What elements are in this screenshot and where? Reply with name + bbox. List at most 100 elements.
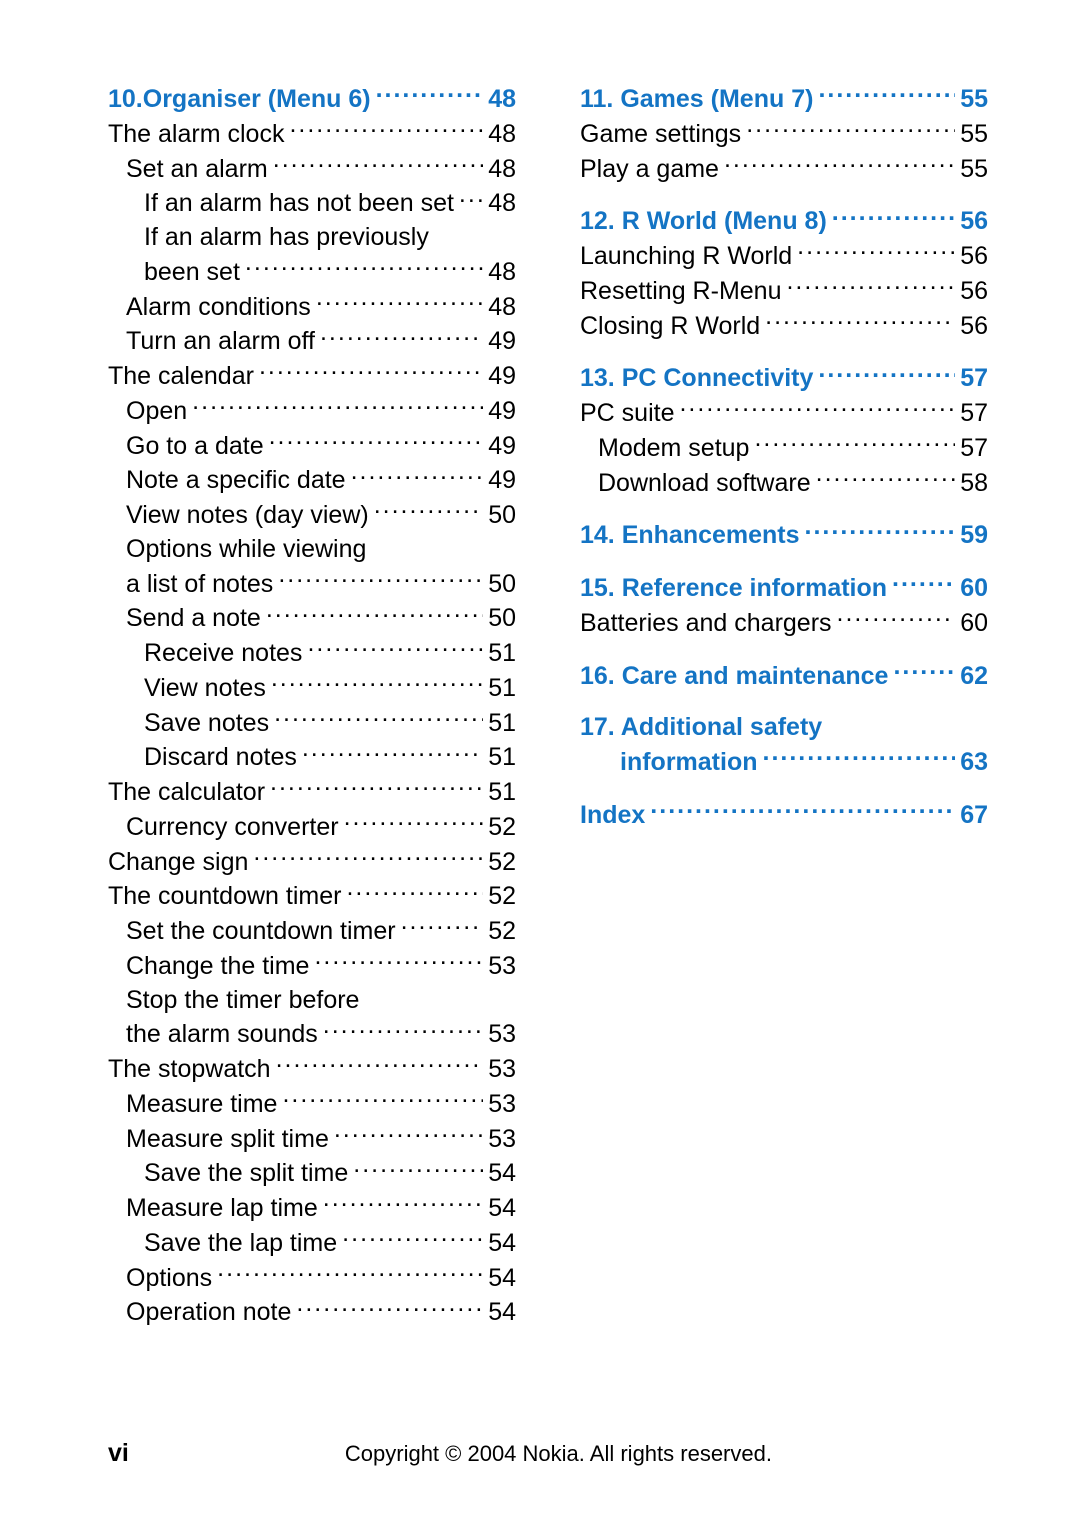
toc-leader-dots	[270, 775, 483, 800]
toc-entry[interactable]: Launching R World56	[580, 239, 988, 274]
toc-entry-page: 48	[488, 291, 516, 325]
toc-entry[interactable]: PC suite57	[580, 396, 988, 431]
toc-entry[interactable]: Change the time53	[108, 949, 516, 984]
toc-entry-label: Measure time	[126, 1088, 277, 1122]
toc-entry[interactable]: Note a specific date49	[108, 463, 516, 498]
toc-chapter-entry[interactable]: 10.Organiser (Menu 6)48	[108, 82, 516, 117]
toc-entry-label: Save the lap time	[144, 1227, 337, 1261]
toc-entry-page: 56	[960, 275, 988, 309]
toc-leader-dots	[289, 117, 483, 142]
toc-entry[interactable]: Set the countdown timer52	[108, 914, 516, 949]
toc-chapter-entry[interactable]: 11. Games (Menu 7)55	[580, 82, 988, 117]
toc-entry-label: Game settings	[580, 118, 741, 152]
toc-entry[interactable]: The countdown timer52	[108, 879, 516, 914]
toc-entry[interactable]: Measure lap time54	[108, 1191, 516, 1226]
toc-entry[interactable]: The calendar49	[108, 359, 516, 394]
toc-entry-label: Launching R World	[580, 240, 792, 274]
toc-entry-label: Alarm conditions	[126, 291, 311, 325]
toc-entry[interactable]: the alarm sounds53	[108, 1017, 516, 1052]
toc-chapter-entry[interactable]: 12. R World (Menu 8)56	[580, 204, 988, 239]
toc-entry[interactable]: Set an alarm48	[108, 152, 516, 187]
toc-chapter-entry[interactable]: information63	[580, 745, 988, 780]
toc-leader-dots	[276, 1052, 484, 1077]
toc-chapter-entry[interactable]: 14. Enhancements59	[580, 518, 988, 553]
toc-entry[interactable]: Game settings55	[580, 117, 988, 152]
toc-leader-dots	[459, 186, 483, 211]
toc-entry[interactable]: Download software58	[580, 466, 988, 501]
toc-leader-dots	[217, 1261, 483, 1286]
toc-entry[interactable]: Measure split time53	[108, 1122, 516, 1157]
toc-entry[interactable]: a list of notes 50	[108, 567, 516, 602]
toc-chapter-entry[interactable]: 16. Care and maintenance62	[580, 659, 988, 694]
toc-leader-dots	[374, 498, 483, 523]
toc-columns: 10.Organiser (Menu 6)48The alarm clock48…	[108, 82, 988, 1330]
toc-leader-dots	[296, 1295, 483, 1320]
toc-entry-label: Send a note	[126, 602, 261, 636]
toc-leader-dots	[278, 567, 483, 592]
toc-entry-label: View notes	[144, 672, 266, 706]
toc-entry[interactable]: Discard notes51	[108, 740, 516, 775]
toc-entry-page: 48	[488, 153, 516, 187]
toc-entry-label: been set	[144, 256, 240, 290]
toc-entry[interactable]: been set48	[108, 255, 516, 290]
toc-entry[interactable]: Save the lap time54	[108, 1226, 516, 1261]
toc-entry[interactable]: Send a note50	[108, 601, 516, 636]
toc-entry-page: 54	[488, 1262, 516, 1296]
toc-entry[interactable]: Save notes 51	[108, 706, 516, 741]
toc-entry[interactable]: Go to a date49	[108, 429, 516, 464]
toc-leader-dots	[893, 659, 955, 684]
toc-entry-label: If an alarm has not been set	[144, 187, 454, 221]
toc-entry-page: 52	[488, 915, 516, 949]
toc-entry[interactable]: Options54	[108, 1261, 516, 1296]
toc-entry[interactable]: The calculator51	[108, 775, 516, 810]
toc-leader-dots	[650, 798, 955, 823]
toc-entry[interactable]: Receive notes51	[108, 636, 516, 671]
toc-leader-dots	[253, 845, 483, 870]
toc-entry[interactable]: View notes (day view)50	[108, 498, 516, 533]
toc-entry-page: 67	[960, 799, 988, 833]
toc-entry-page: 50	[488, 568, 516, 602]
toc-entry-page: 51	[488, 707, 516, 741]
toc-entry[interactable]: The stopwatch53	[108, 1052, 516, 1087]
toc-entry[interactable]: Measure time53	[108, 1087, 516, 1122]
toc-wrap-line: Options while viewing	[108, 533, 516, 567]
toc-entry[interactable]: Change sign52	[108, 845, 516, 880]
toc-chapter-entry[interactable]: 15. Reference information60	[580, 571, 988, 606]
toc-entry[interactable]: Alarm conditions 48	[108, 290, 516, 325]
toc-entry[interactable]: If an alarm has not been set48	[108, 186, 516, 221]
toc-entry[interactable]: Save the split time54	[108, 1156, 516, 1191]
toc-leader-dots	[832, 204, 955, 229]
toc-entry[interactable]: Closing R World56	[580, 309, 988, 344]
toc-entry-label: The countdown timer	[108, 880, 341, 914]
toc-entry-page: 51	[488, 776, 516, 810]
toc-entry[interactable]: Modem setup57	[580, 431, 988, 466]
toc-entry[interactable]: The alarm clock48	[108, 117, 516, 152]
toc-entry-label: Save notes	[144, 707, 269, 741]
toc-entry-label: Currency converter	[126, 811, 339, 845]
toc-entry-page: 54	[488, 1157, 516, 1191]
toc-entry[interactable]: Resetting R-Menu56	[580, 274, 988, 309]
toc-entry[interactable]: Currency converter52	[108, 810, 516, 845]
toc-entry-label: Go to a date	[126, 430, 264, 464]
toc-entry[interactable]: Play a game55	[580, 152, 988, 187]
toc-entry[interactable]: Batteries and chargers60	[580, 606, 988, 641]
toc-entry-page: 63	[960, 746, 988, 780]
toc-chapter-entry[interactable]: Index67	[580, 798, 988, 833]
toc-entry-label: 12. R World (Menu 8)	[580, 205, 827, 239]
toc-leader-dots	[746, 117, 955, 142]
toc-leader-dots	[316, 290, 483, 315]
toc-entry-label: a list of notes	[126, 568, 273, 602]
toc-leader-dots	[837, 606, 956, 631]
toc-entry-page: 49	[488, 464, 516, 498]
toc-entry[interactable]: Open49	[108, 394, 516, 429]
toc-entry[interactable]: Operation note54	[108, 1295, 516, 1330]
toc-entry[interactable]: View notes51	[108, 671, 516, 706]
toc-leader-dots	[271, 671, 483, 696]
toc-entry-label: Change the time	[126, 950, 309, 984]
toc-entry[interactable]: Turn an alarm off49	[108, 324, 516, 359]
toc-entry-page: 59	[960, 519, 988, 553]
toc-chapter-entry[interactable]: 13. PC Connectivity57	[580, 361, 988, 396]
toc-entry-label: Open	[126, 395, 187, 429]
toc-entry-label: Change sign	[108, 846, 248, 880]
toc-right-column: 11. Games (Menu 7)55Game settings55Play …	[580, 82, 988, 1330]
